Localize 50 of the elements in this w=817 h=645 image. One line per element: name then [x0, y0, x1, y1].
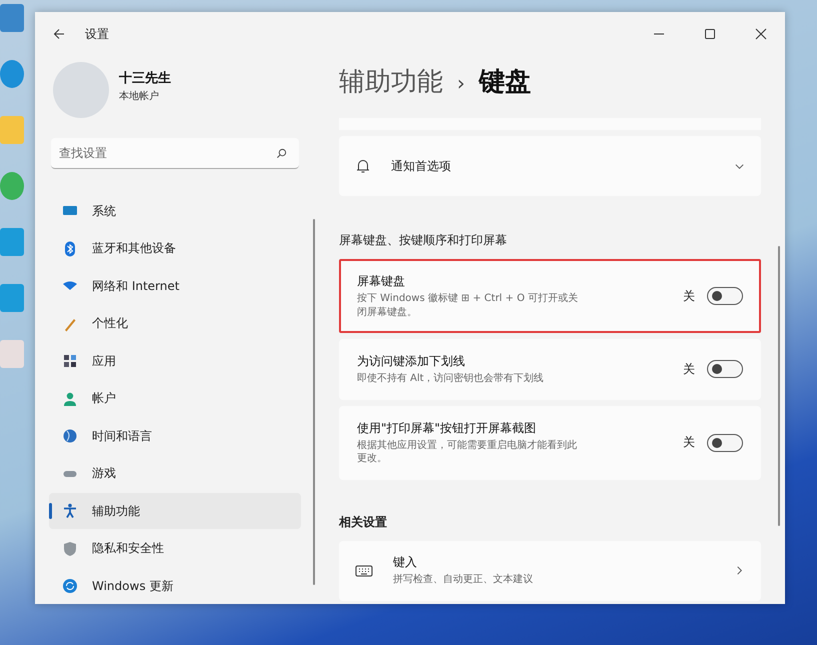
setting-description: 按下 Windows 徽标键 ⊞ + Ctrl + O 可打开或关闭屏幕键盘。 — [357, 292, 579, 319]
accessibility-icon — [62, 503, 78, 519]
search-icon — [276, 148, 287, 159]
setting-title: 使用"打印屏幕"按钮打开屏幕截图 — [357, 420, 538, 436]
related-setting-card[interactable]: 键入 拼写检查、自动更正、文本建议 — [339, 540, 761, 600]
update-icon — [62, 578, 78, 594]
sidebar-item[interactable]: 应用 — [49, 343, 301, 379]
sidebar-item[interactable]: 系统 — [49, 193, 301, 229]
sidebar-item[interactable]: 帐户 — [49, 380, 301, 416]
maximize-icon[interactable] — [704, 28, 716, 40]
section-title: 屏幕键盘、按键顺序和打印屏幕 — [339, 232, 508, 249]
toggle-state-label: 关 — [683, 288, 695, 304]
sidebar-item[interactable]: 蓝牙和其他设备 — [49, 230, 301, 266]
close-icon[interactable] — [755, 28, 767, 40]
account-type: 本地帐户 — [119, 90, 160, 103]
toggle-state-label: 关 — [683, 360, 695, 378]
breadcrumb-separator: › — [457, 71, 465, 95]
account-name: 十三先生 — [119, 70, 171, 87]
setting-description: 根据其他应用设置，可能需要重启电脑才能看到此更改。 — [357, 438, 578, 466]
notification-preferences-card[interactable]: 通知首选项 — [339, 136, 761, 196]
back-arrow-icon[interactable] — [53, 28, 65, 40]
setting-description: 即使不持有 Alt，访问密钥也会带有下划线 — [357, 372, 545, 386]
globe-icon — [62, 428, 78, 444]
toggle-switch[interactable] — [707, 360, 743, 378]
sidebar-item[interactable]: 时间和语言 — [49, 418, 301, 454]
shield-icon — [62, 540, 78, 556]
setting-title: 键入 — [393, 554, 418, 572]
bell-icon — [355, 158, 371, 174]
sidebar-item[interactable]: 辅助功能 — [49, 493, 301, 529]
card-label: 通知首选项 — [391, 158, 451, 174]
sidebar-item[interactable]: Windows 更新 — [49, 568, 301, 604]
setting-title: 为访问键添加下划线 — [357, 353, 466, 370]
page-title: 键盘 — [479, 66, 531, 99]
toggle-state-label: 关 — [683, 434, 695, 451]
person-icon — [62, 390, 78, 406]
toggle-switch[interactable] — [707, 434, 743, 452]
window-title: 设置 — [85, 26, 109, 42]
sidebar-item[interactable]: 网络和 Internet — [49, 268, 301, 304]
search-field[interactable]: 查找设置 — [51, 138, 299, 169]
toggle-switch[interactable] — [707, 287, 743, 305]
setting-description: 拼写检查、自动更正、文本建议 — [393, 573, 534, 587]
setting-title: 屏幕键盘 — [357, 273, 406, 290]
sidebar-item[interactable]: 隐私和安全性 — [49, 530, 301, 566]
keyboard-icon — [355, 564, 373, 578]
sidebar-item[interactable]: 游戏 — [49, 456, 301, 492]
apps-icon — [62, 353, 78, 369]
sidebar-item[interactable]: 个性化 — [49, 306, 301, 342]
breadcrumb-link[interactable]: 辅助功能 — [339, 64, 443, 99]
section-title: 相关设置 — [339, 514, 388, 530]
bluetooth-icon — [62, 240, 78, 256]
